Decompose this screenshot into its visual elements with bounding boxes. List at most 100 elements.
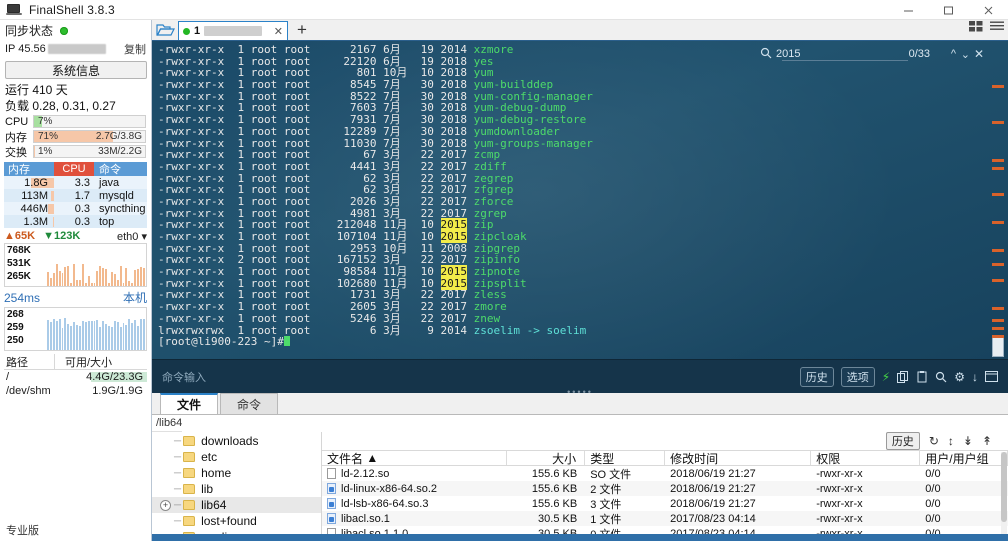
file-list-toolbar: 历史 ↻ ↕ ↡ ↟	[322, 432, 1008, 450]
list-layout-icon[interactable]	[990, 21, 1004, 35]
maximize-button[interactable]	[928, 0, 968, 20]
search-close-icon[interactable]: ✕	[974, 47, 984, 61]
search-next-icon[interactable]: ⌄	[961, 48, 970, 61]
folder-icon	[183, 516, 196, 526]
terminal-scrollbar-minimap[interactable]	[992, 63, 1004, 357]
file-type: 1 文件	[590, 513, 622, 526]
terminal-tab-1[interactable]: 1 ✕	[178, 21, 288, 40]
table-row[interactable]: ld-lsb-x86-64.so.3 155.6 KB 3 文件 2018/06…	[322, 496, 1008, 511]
expand-icon[interactable]: +	[160, 499, 171, 511]
file-history-button[interactable]: 历史	[885, 432, 920, 450]
search-input[interactable]: 2015	[776, 48, 800, 60]
process-row[interactable]: 113M 1.7 mysqld	[4, 189, 147, 202]
tab-commands[interactable]: 命令	[220, 393, 279, 414]
splitter-handle[interactable]: •••••	[567, 387, 593, 397]
col-header-size[interactable]: 大小	[507, 451, 586, 466]
process-command: syncthing	[99, 202, 146, 215]
process-cpu: 0.3	[74, 215, 90, 228]
search-match-marker	[992, 121, 1004, 124]
window-icon[interactable]	[985, 371, 998, 382]
tree-node-lib64[interactable]: + ─ lib64	[152, 497, 321, 513]
meter-percent: 1%	[38, 146, 53, 157]
meter-label: 内存	[5, 131, 27, 144]
tree-node-etc[interactable]: ─ etc	[152, 449, 321, 465]
bolt-icon[interactable]: ⚡	[882, 370, 890, 384]
col-header-owner[interactable]: 用户/用户组	[920, 451, 1008, 466]
process-row[interactable]: 1.3M 0.3 top	[4, 215, 147, 228]
folder-icon	[183, 468, 196, 478]
tree-line: ─	[174, 451, 182, 463]
process-list: 1.8G 3.3 java 113M 1.7 mysqld 446M 0.3 s…	[0, 176, 151, 228]
col-header-permissions[interactable]: 权限	[811, 451, 921, 466]
tab-close-icon[interactable]: ✕	[268, 25, 283, 38]
terminal-search-bar[interactable]: 2015 0/33 ^ ⌄ ✕	[760, 45, 984, 63]
file-size: 155.6 KB	[531, 482, 578, 495]
file-name: ld-2.12.so	[322, 468, 507, 480]
so-file-icon	[327, 483, 336, 494]
file-owner: 0/0	[925, 512, 941, 525]
tab-files[interactable]: 文件	[160, 393, 219, 414]
search-icon[interactable]	[935, 371, 947, 383]
terminal-view[interactable]: -rwxr-xr-x 1 root root 2167 6月 19 2014 x…	[152, 41, 1008, 359]
minimize-button[interactable]	[888, 0, 928, 20]
clipboard-icon[interactable]	[916, 370, 928, 383]
command-input[interactable]: 命令输入	[162, 369, 206, 385]
file-path-bar[interactable]: /lib64	[152, 415, 183, 432]
folder-icon	[183, 436, 196, 446]
download-icon[interactable]: ↡	[963, 434, 973, 448]
table-row[interactable]: libacl.so.1 30.5 KB 1 文件 2017/08/23 04:1…	[322, 511, 1008, 526]
right-pane: 1 ✕ + -rwxr-xr-x 1 root root 2167 6月 19 …	[152, 20, 1008, 541]
col-header-type[interactable]: 类型	[585, 451, 666, 466]
command-history-button[interactable]: 历史	[799, 366, 834, 387]
close-button[interactable]	[968, 0, 1008, 20]
process-cpu: 0.3	[74, 202, 90, 215]
gear-icon[interactable]: ⚙	[954, 370, 965, 384]
process-memory: 1.8G	[4, 177, 54, 189]
meter-bar: 71% 2.7G/3.8G	[33, 130, 146, 143]
process-command: top	[99, 215, 115, 228]
tree-node-lib[interactable]: ─ lib	[152, 481, 321, 497]
network-interface-selector[interactable]: eth0 ▾	[117, 230, 147, 243]
disk-row[interactable]: /dev/shm 1.9G/1.9G	[4, 384, 147, 398]
command-options-button[interactable]: 选项	[840, 366, 875, 387]
meter-内存: 内存 71% 2.7G/3.8G	[0, 129, 151, 144]
process-row[interactable]: 446M 0.3 syncthing	[4, 202, 147, 215]
scrollbar-thumb[interactable]	[992, 335, 1004, 357]
table-row[interactable]: ld-2.12.so 155.6 KB SO 文件 2018/06/19 21:…	[322, 466, 1008, 481]
current-path: /lib64	[156, 417, 183, 429]
col-header-filename[interactable]: 文件名 ▲	[322, 451, 507, 466]
tree-node-label: lib64	[201, 498, 227, 512]
window-title: FinalShell 3.8.3	[29, 2, 115, 17]
tree-node-downloads[interactable]: ─ downloads	[152, 433, 321, 449]
file-size: 155.6 KB	[531, 497, 578, 510]
system-info-button[interactable]: 系统信息	[5, 61, 147, 79]
disk-row[interactable]: / 4.4G/23.3G	[4, 370, 147, 384]
new-tab-button[interactable]: +	[288, 20, 316, 40]
search-match-marker	[992, 327, 1004, 330]
file-permissions: -rwxr-xr-x	[816, 512, 863, 525]
file-manager-panel: /lib64 ─ downloads ─ etc ─ home ─ lib + …	[152, 415, 1008, 540]
ping-latency: 254ms	[4, 290, 41, 305]
grid-layout-icon[interactable]	[969, 21, 983, 35]
col-header-mtime[interactable]: 修改时间	[665, 451, 812, 466]
copy-ip-button[interactable]: 复制	[124, 41, 146, 57]
upload-icon[interactable]: ↟	[982, 434, 992, 448]
file-permissions: -rwxr-xr-x	[816, 467, 863, 480]
disk-col-path: 路径	[6, 357, 28, 369]
tree-node-home[interactable]: ─ home	[152, 465, 321, 481]
command-input-bar[interactable]: 命令输入 历史 选项 ⚡ ⚙ ↓ •••••	[152, 359, 1008, 397]
file-manager-body: ─ downloads ─ etc ─ home ─ lib + ─ lib64…	[152, 432, 1008, 540]
tree-node-lost+found[interactable]: ─ lost+found	[152, 513, 321, 529]
ping-header: 254ms 本机	[0, 287, 151, 306]
refresh-icon[interactable]: ↻	[929, 434, 939, 448]
sort-icon[interactable]: ↕	[948, 434, 954, 448]
file-list-scrollbar[interactable]	[1001, 452, 1007, 538]
download-icon[interactable]: ↓	[972, 370, 978, 384]
window-controls	[888, 0, 1008, 20]
table-row[interactable]: ld-linux-x86-64.so.2 155.6 KB 2 文件 2018/…	[322, 481, 1008, 496]
copy-paste-icon[interactable]	[897, 370, 909, 383]
net-y-label-1: 531K	[7, 258, 31, 269]
open-folder-icon[interactable]	[152, 20, 178, 40]
process-row[interactable]: 1.8G 3.3 java	[4, 176, 147, 189]
search-prev-icon[interactable]: ^	[951, 48, 956, 60]
